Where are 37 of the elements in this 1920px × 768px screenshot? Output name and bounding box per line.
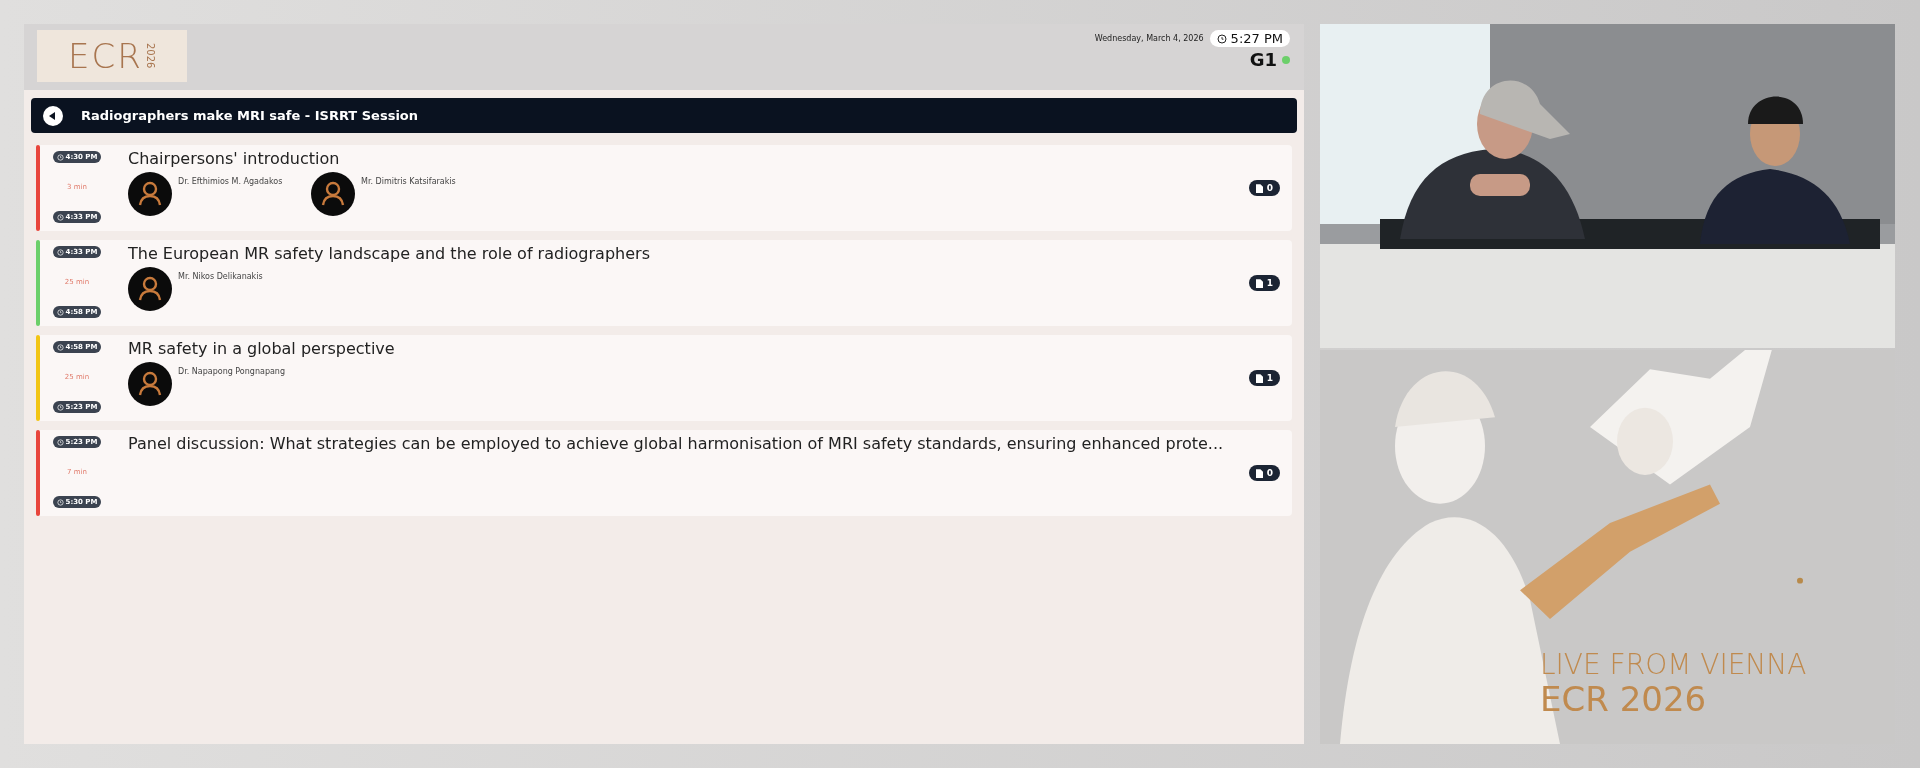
- clock-icon: [56, 153, 64, 161]
- date-text: Wednesday, March 4, 2026: [1094, 34, 1204, 43]
- document-icon: [1255, 183, 1263, 193]
- clock-icon: [56, 308, 64, 316]
- talk-title: The European MR safety landscape and the role of radiographers: [128, 244, 651, 263]
- clock-icon: [56, 498, 64, 506]
- documents-badge[interactable]: 0: [1248, 465, 1280, 481]
- talk-title: MR safety in a global perspective: [128, 339, 396, 358]
- speaker-name: Mr. Dimitris Katsifarakis: [361, 177, 456, 186]
- avatar-icon: [128, 362, 172, 406]
- speaker-name: Mr. Nikos Delikanakis: [178, 272, 263, 281]
- speaker-name: Dr. Efthimios M. Agadakos: [178, 177, 283, 186]
- session-title: Radiographers make MRI safe - ISRRT Session: [81, 108, 419, 123]
- event-name: ECR 2026: [1540, 680, 1708, 719]
- clock-icon: [56, 438, 64, 446]
- talk-title: Chairpersons' introduction: [128, 149, 341, 168]
- documents-badge[interactable]: 1: [1248, 370, 1280, 386]
- talk-title: Panel discussion: What strategies can be employed to achieve global harmonisation of MRI safety standards, ensuring enhanced prote...: [128, 434, 1225, 453]
- documents-badge[interactable]: 0: [1248, 180, 1280, 196]
- back-button[interactable]: [43, 105, 63, 126]
- logo: ECR 2026: [37, 30, 187, 82]
- clock-icon: [56, 213, 64, 221]
- clock-icon: [1216, 33, 1227, 44]
- clock-icon: [56, 403, 64, 411]
- avatar-icon: [128, 267, 172, 311]
- speaker-name: Dr. Napapong Pongnapang: [178, 367, 285, 376]
- clock-icon: [56, 343, 64, 351]
- clock-icon: [56, 248, 64, 256]
- documents-badge[interactable]: 1: [1248, 275, 1280, 291]
- room-label: G1: [1249, 49, 1277, 70]
- document-icon: [1255, 278, 1263, 288]
- document-icon: [1255, 468, 1263, 478]
- avatar-icon: [128, 172, 172, 216]
- tagline: LIVE FROM VIENNA: [1540, 650, 1807, 681]
- document-icon: [1255, 373, 1263, 383]
- avatar-icon: [311, 172, 355, 216]
- current-time: 5:27 PM: [1230, 31, 1283, 46]
